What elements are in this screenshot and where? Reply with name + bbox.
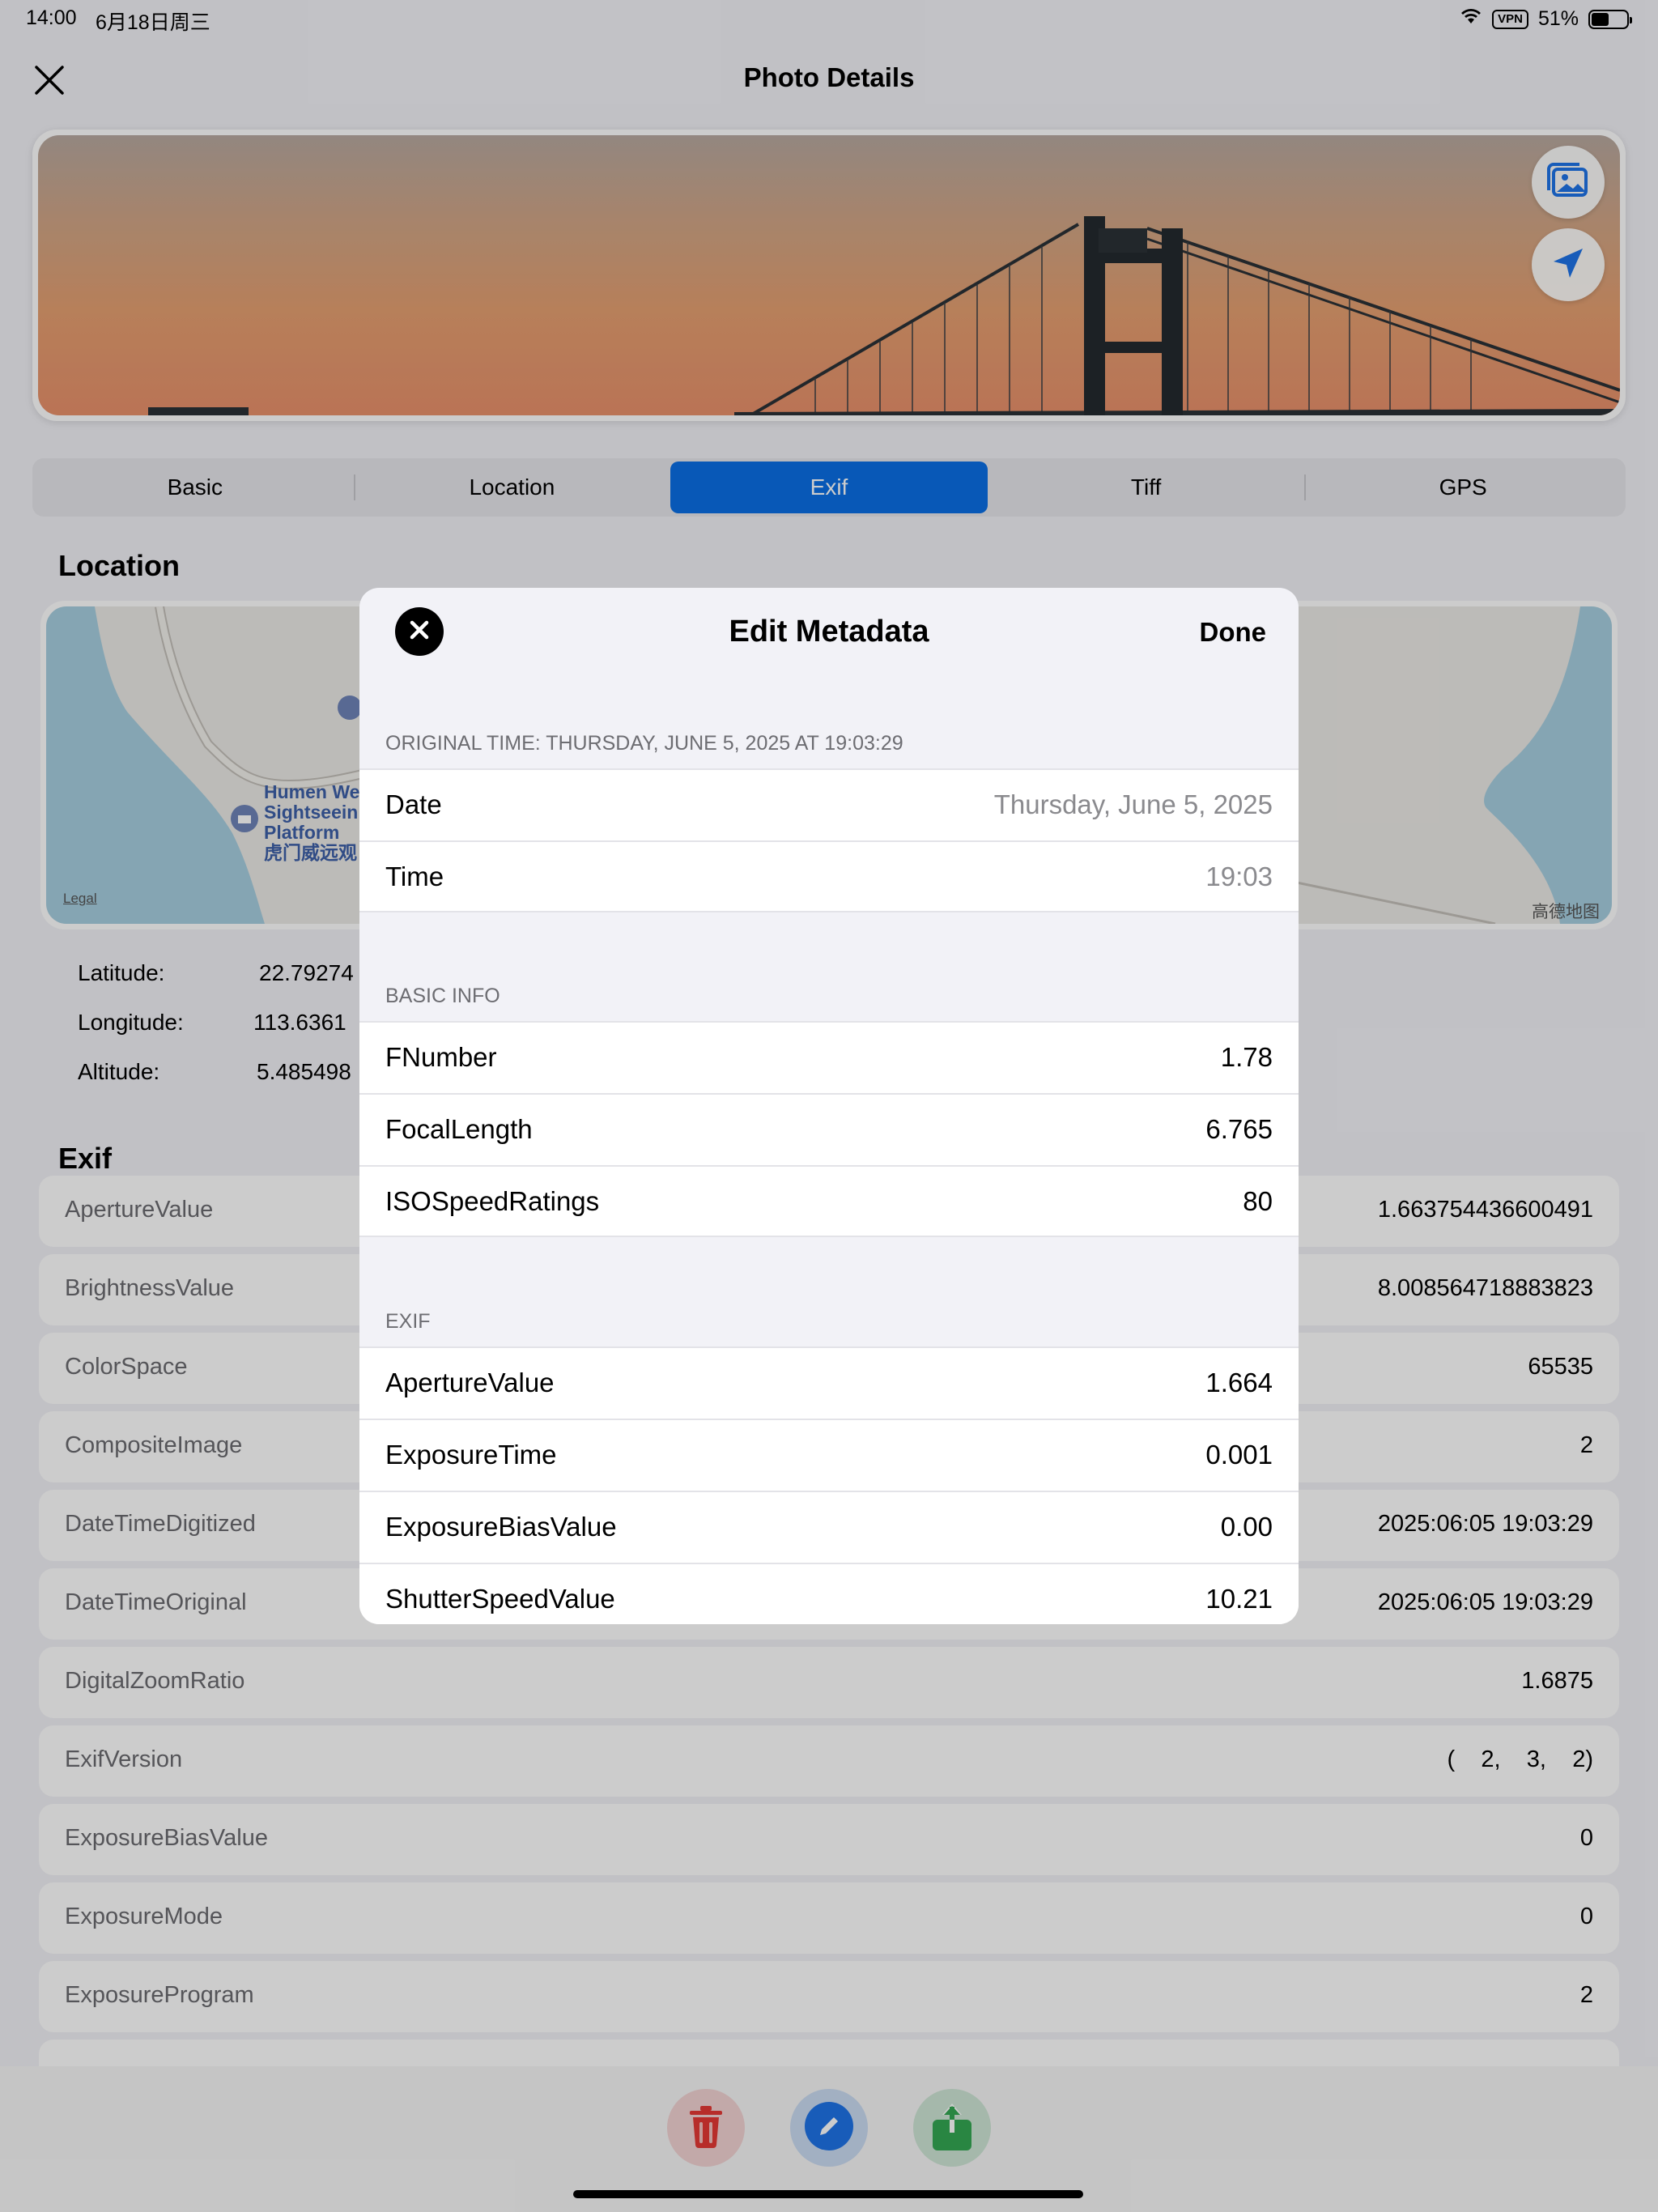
modal-title: Edit Metadata bbox=[729, 615, 929, 649]
original-time-header: ORIGINAL TIME: THURSDAY, JUNE 5, 2025 AT… bbox=[385, 732, 903, 755]
metadata-row[interactable]: ShutterSpeedValue 10.21 bbox=[359, 1563, 1299, 1624]
metadata-value-field[interactable]: 1.664 bbox=[1205, 1368, 1273, 1398]
metadata-value-field[interactable]: 6.765 bbox=[1205, 1114, 1273, 1145]
metadata-row[interactable]: ExposureTime 0.001 bbox=[359, 1419, 1299, 1491]
edit-metadata-sheet: Edit Metadata Done ORIGINAL TIME: THURSD… bbox=[359, 588, 1299, 1624]
time-row[interactable]: Time 19:03 bbox=[359, 840, 1299, 912]
done-button[interactable]: Done bbox=[1200, 617, 1267, 648]
time-label: Time bbox=[385, 861, 444, 891]
metadata-key: FNumber bbox=[385, 1042, 497, 1072]
metadata-key: ISOSpeedRatings bbox=[385, 1186, 600, 1216]
date-picker-value[interactable]: Thursday, June 5, 2025 bbox=[994, 789, 1273, 820]
date-label: Date bbox=[385, 789, 442, 819]
metadata-value-field[interactable]: 0.001 bbox=[1205, 1440, 1273, 1470]
metadata-key: FocalLength bbox=[385, 1114, 533, 1144]
exif-header: EXIF bbox=[385, 1310, 431, 1333]
metadata-key: ShutterSpeedValue bbox=[385, 1584, 615, 1614]
metadata-value-field[interactable]: 80 bbox=[1243, 1186, 1273, 1217]
basic-info-header: BASIC INFO bbox=[385, 985, 500, 1007]
metadata-key: ExposureTime bbox=[385, 1440, 557, 1470]
metadata-row[interactable]: ApertureValue 1.664 bbox=[359, 1346, 1299, 1419]
metadata-row[interactable]: ExposureBiasValue 0.00 bbox=[359, 1491, 1299, 1563]
metadata-row[interactable]: ISOSpeedRatings 80 bbox=[359, 1165, 1299, 1237]
metadata-value-field[interactable]: 1.78 bbox=[1221, 1042, 1273, 1073]
metadata-key: ExposureBiasValue bbox=[385, 1512, 617, 1542]
metadata-row[interactable]: FocalLength 6.765 bbox=[359, 1093, 1299, 1165]
metadata-value-field[interactable]: 0.00 bbox=[1221, 1512, 1273, 1542]
date-row[interactable]: Date Thursday, June 5, 2025 bbox=[359, 768, 1299, 840]
metadata-key: ApertureValue bbox=[385, 1368, 555, 1397]
metadata-row[interactable]: FNumber 1.78 bbox=[359, 1021, 1299, 1093]
metadata-value-field[interactable]: 10.21 bbox=[1205, 1584, 1273, 1614]
time-picker-value[interactable]: 19:03 bbox=[1205, 861, 1273, 892]
